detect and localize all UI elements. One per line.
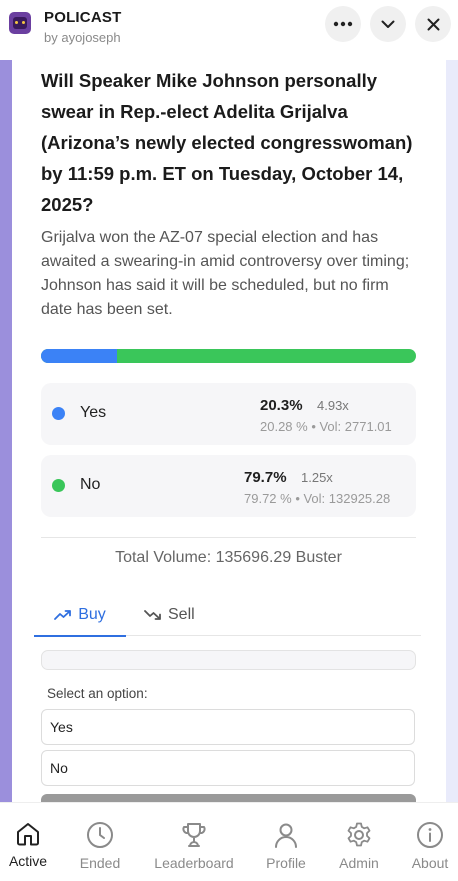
- option-subtext: 79.72 % • Vol: 132925.28: [244, 491, 391, 506]
- more-icon: [333, 21, 353, 27]
- tab-buy-label: Buy: [78, 606, 106, 623]
- nav-label: Ended: [79, 855, 121, 871]
- amount-input[interactable]: [41, 650, 416, 670]
- select-option-yes[interactable]: Yes: [41, 709, 415, 745]
- trophy-icon: [182, 823, 206, 847]
- divider: [41, 537, 416, 538]
- app-logo-icon: [9, 12, 31, 34]
- app-author: by ayojoseph: [44, 30, 121, 45]
- nav-item-active[interactable]: Active: [0, 803, 56, 881]
- probability-bar: [41, 349, 416, 363]
- option-percent: 79.7%: [244, 469, 287, 486]
- option-label: Yes: [80, 404, 107, 421]
- trending-down-icon: [144, 610, 161, 620]
- select-label: Select an option:: [47, 686, 148, 701]
- app-title: POLICAST: [44, 9, 122, 26]
- nav-item-admin[interactable]: Admin: [333, 803, 385, 881]
- nav-label: Active: [8, 853, 48, 869]
- nav-label: Profile: [266, 855, 306, 871]
- yes-dot-icon: [52, 407, 65, 420]
- no-dot-icon: [52, 479, 65, 492]
- more-options-button[interactable]: [325, 6, 361, 42]
- market-content[interactable]: Will Speaker Mike Johnson personally swe…: [0, 60, 458, 802]
- nav-label: Leaderboard: [154, 855, 234, 871]
- submit-button[interactable]: [41, 794, 416, 802]
- collapse-button[interactable]: [370, 6, 406, 42]
- chevron-down-icon: [381, 20, 395, 28]
- clock-icon: [87, 822, 113, 848]
- left-edge: [0, 60, 12, 802]
- home-icon: [17, 823, 39, 846]
- info-icon: [417, 822, 443, 848]
- nav-item-leaderboard[interactable]: Leaderboard: [148, 803, 240, 881]
- right-edge: [446, 60, 458, 802]
- trade-tabs: Buy Sell: [34, 595, 421, 637]
- total-volume: Total Volume: 135696.29 Buster: [115, 549, 342, 566]
- nav-label: Admin: [339, 855, 379, 871]
- option-percent: 20.3%: [260, 397, 303, 414]
- probability-bar-yes: [41, 349, 118, 363]
- close-button[interactable]: [415, 6, 451, 42]
- trending-up-icon: [54, 610, 72, 620]
- close-icon: [427, 18, 439, 30]
- tab-buy[interactable]: Buy: [34, 595, 126, 637]
- gear-icon: [347, 822, 371, 847]
- tab-sell[interactable]: Sell: [144, 595, 195, 635]
- nav-label: About: [411, 855, 449, 871]
- market-description: Grijalva won the AZ-07 special election …: [41, 229, 410, 318]
- option-card-yes[interactable]: Yes 20.3% 4.93x 20.28 % • Vol: 2771.01: [41, 383, 416, 445]
- option-multiplier: 1.25x: [301, 470, 333, 485]
- option-subtext: 20.28 % • Vol: 2771.01: [260, 419, 392, 434]
- select-option-label: No: [50, 760, 68, 776]
- option-label: No: [80, 476, 101, 493]
- top-bar: POLICAST by ayojoseph: [0, 0, 458, 60]
- option-card-no[interactable]: No 79.7% 1.25x 79.72 % • Vol: 132925.28: [41, 455, 416, 517]
- nav-item-about[interactable]: About: [404, 803, 456, 881]
- user-icon: [275, 823, 297, 848]
- select-option-no[interactable]: No: [41, 750, 415, 786]
- option-multiplier: 4.93x: [317, 398, 349, 413]
- select-option-label: Yes: [50, 719, 73, 735]
- tab-sell-label: Sell: [168, 606, 195, 623]
- bottom-nav: Active Ended Leaderboard Profile Admin A…: [0, 802, 458, 881]
- nav-item-profile[interactable]: Profile: [260, 803, 312, 881]
- nav-item-ended[interactable]: Ended: [72, 803, 128, 881]
- market-question: Will Speaker Mike Johnson personally swe…: [41, 70, 413, 215]
